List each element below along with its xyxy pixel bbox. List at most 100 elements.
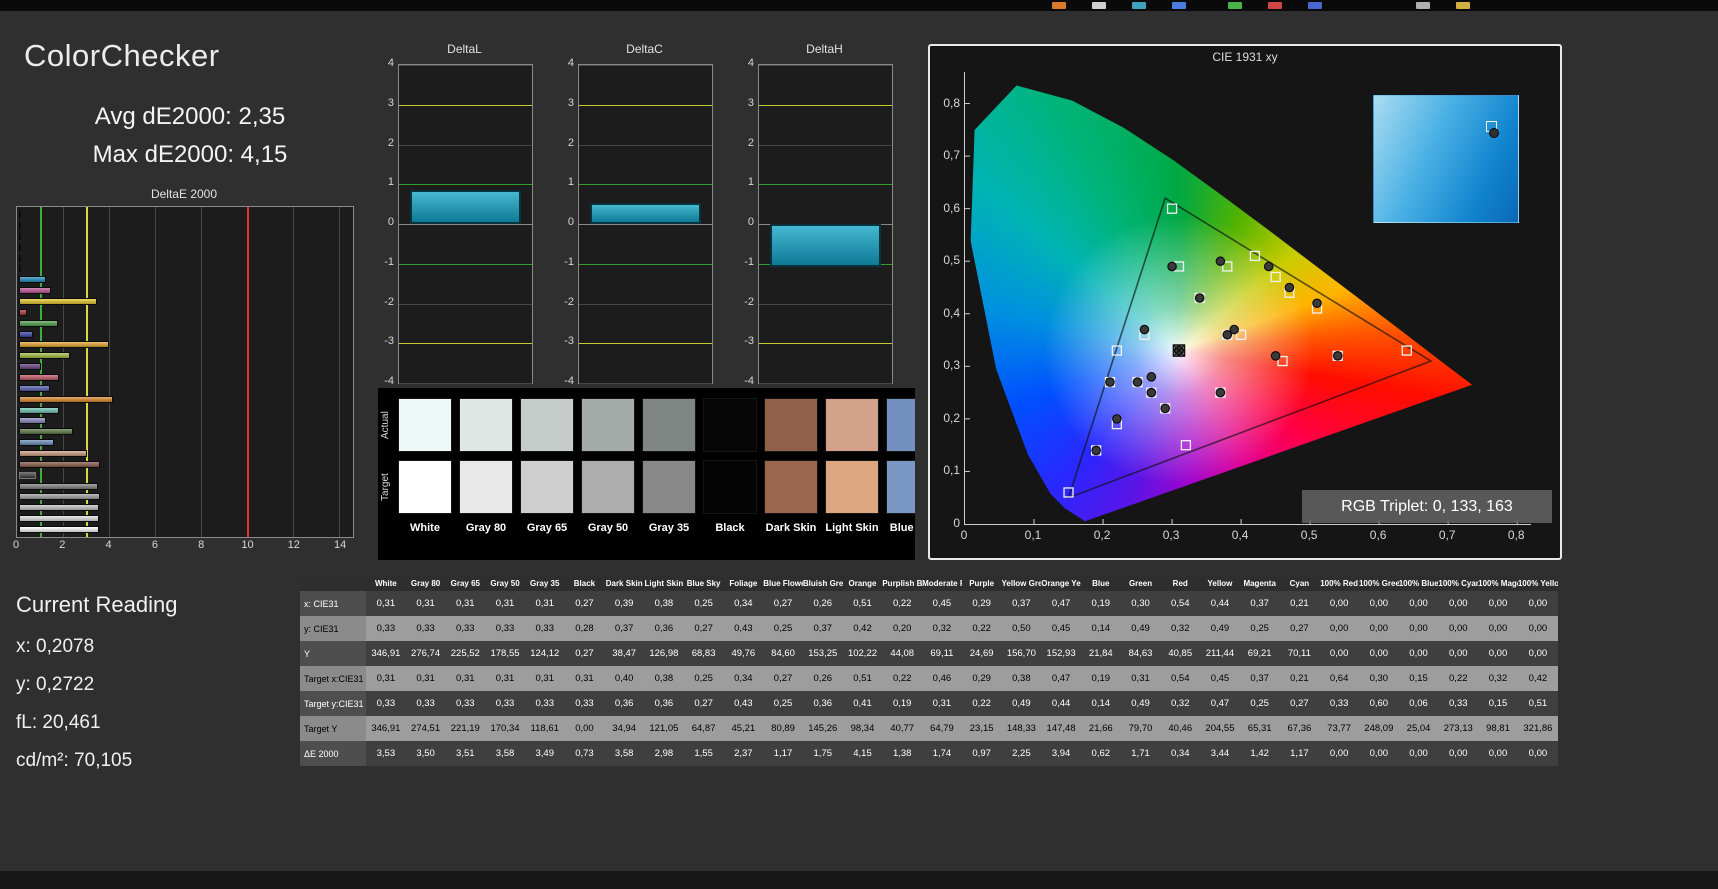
cell: 274,51 xyxy=(405,716,446,741)
cell: 0,00 xyxy=(1398,616,1439,641)
actual-swatch-black[interactable] xyxy=(703,398,757,452)
deltae-bar-moderate-red xyxy=(19,374,59,382)
table-row-target-y-cie31[interactable]: Target y:CIE31 0,33 0,33 0,33 0,33 0,33 0,33 0,… xyxy=(300,691,1558,716)
deltah-chart-panel[interactable]: DeltaH 4 3 2 1 0 -1 -2 -3 -4 xyxy=(728,42,893,387)
bar-row-magenta xyxy=(19,285,351,296)
swatch-column-gray-80: Gray 80 xyxy=(459,388,513,560)
cell: 0,28 xyxy=(564,616,605,641)
target-swatch-white[interactable] xyxy=(398,460,452,514)
cell: 0,00 xyxy=(1319,641,1359,666)
cell: 0,30 xyxy=(1120,591,1161,616)
deltal-chart-panel[interactable]: DeltaL 4 3 2 1 0 -1 -2 -3 -4 xyxy=(368,42,533,387)
toolbar-icon-fragment xyxy=(1308,2,1322,9)
cell: 0,26 xyxy=(802,666,843,691)
table-row-target-y[interactable]: Target Y 346,91 274,51 221,19 170,34 118,61 0,… xyxy=(300,716,1558,741)
cell: 0,51 xyxy=(842,591,883,616)
measured-marker-red xyxy=(1332,351,1343,361)
column-header-100-yellow: 100% Yellow xyxy=(1517,575,1558,591)
bar-row-light-skin xyxy=(19,448,351,459)
colorchecker-page: ColorChecker Avg dE2000: 2,35 Max dE2000… xyxy=(0,0,1718,889)
swatch-column-white: White xyxy=(398,388,452,560)
actual-swatch-gray-65[interactable] xyxy=(520,398,574,452)
cell: 0,37 xyxy=(604,616,645,641)
table-row-y[interactable]: Y 346,91 276,74 225,52 178,55 124,12 0,27 38,47… xyxy=(300,641,1558,666)
target-swatch-light-skin[interactable] xyxy=(825,460,879,514)
deltae2000-chart-panel[interactable] xyxy=(16,206,354,538)
cell: 0,47 xyxy=(1041,591,1081,616)
target-swatch-blue-sky[interactable] xyxy=(886,460,915,514)
actual-swatch-gray-35[interactable] xyxy=(642,398,696,452)
actual-swatch-gray-80[interactable] xyxy=(459,398,513,452)
color-swatch-panel[interactable]: Actual Target White Gray 80 Gray 65 Gray 50… xyxy=(378,388,915,560)
deltac-chart-panel[interactable]: DeltaC 4 3 2 1 0 -1 -2 -3 -4 xyxy=(548,42,713,387)
column-header-moderate-red: Moderate Red xyxy=(922,575,962,591)
target-swatch-gray-80[interactable] xyxy=(459,460,513,514)
measured-marker-orange xyxy=(1312,298,1322,309)
gridline-y-0 xyxy=(399,224,532,225)
cell: 0,27 xyxy=(683,616,724,641)
bottom-status-strip xyxy=(0,871,1718,889)
cell: 0,00 xyxy=(1478,741,1518,766)
cell: 0,00 xyxy=(1517,616,1558,641)
table-row-target-x-cie31[interactable]: Target x:CIE31 0,31 0,31 0,31 0,31 0,31 0,31 0,… xyxy=(300,666,1558,691)
swatch-column-blue-sky: Blue Sky xyxy=(886,388,915,560)
gridline-y--1 xyxy=(399,263,532,265)
cell: 0,32 xyxy=(922,616,962,641)
deltal-bar xyxy=(409,190,522,224)
gridline-y--4 xyxy=(579,383,712,384)
target-swatch-gray-65[interactable] xyxy=(520,460,574,514)
y-tick-label: -1 xyxy=(384,255,394,268)
cell: 84,60 xyxy=(763,641,803,666)
toolbar-icon-fragment xyxy=(1228,2,1242,9)
actual-swatch-blue-sky[interactable] xyxy=(886,398,915,452)
cell: 21,66 xyxy=(1080,716,1121,741)
y-tick-label: -4 xyxy=(744,375,754,387)
actual-swatch-dark-skin[interactable] xyxy=(764,398,818,452)
actual-swatch-light-skin[interactable] xyxy=(825,398,879,452)
bar-row-100-blue xyxy=(19,242,351,253)
cell: 0,34 xyxy=(1160,741,1201,766)
actual-swatch-white[interactable] xyxy=(398,398,452,452)
deltae-bar-gray-80 xyxy=(19,515,99,523)
table-row-y-cie31[interactable]: y: CIE31 0,33 0,33 0,33 0,33 0,33 0,28 0,37 0,36… xyxy=(300,616,1558,641)
deltae-bar-blue-sky xyxy=(19,439,55,447)
cell: 0,30 xyxy=(1358,666,1399,691)
deltae-bar-dark-skin xyxy=(19,460,101,468)
y-tick-label: -2 xyxy=(744,295,754,308)
cell: 0,21 xyxy=(1279,591,1320,616)
cell: 70,11 xyxy=(1279,641,1320,666)
target-swatch-gray-50[interactable] xyxy=(581,460,635,514)
y-tick-label: -4 xyxy=(564,375,574,387)
cell: 0,27 xyxy=(564,591,605,616)
cell: 64,87 xyxy=(683,716,724,741)
swatch-label: Gray 35 xyxy=(648,522,690,534)
cell: 0,00 xyxy=(1438,616,1479,641)
cie-y-tick-label: 0 xyxy=(953,516,960,530)
bar-row-green xyxy=(19,318,351,329)
deltae-bar-cyan xyxy=(19,276,46,284)
column-header-100-cyan: 100% Cyan xyxy=(1438,575,1479,591)
swatch-label: Blue Sky xyxy=(889,522,915,534)
cell: 2,98 xyxy=(644,741,684,766)
table-row-x-cie31[interactable]: x: CIE31 0,31 0,31 0,31 0,31 0,31 0,27 0,39 0,38… xyxy=(300,591,1558,616)
actual-swatch-gray-50[interactable] xyxy=(581,398,635,452)
target-swatch-dark-skin[interactable] xyxy=(764,460,818,514)
swatch-label: Dark Skin xyxy=(765,522,817,534)
column-header-black: Black xyxy=(564,575,605,591)
cell: 153,25 xyxy=(802,641,843,666)
cie-1931-panel[interactable]: CIE 1931 xy RGB Triplet: 0, 133, 163 00 0… xyxy=(928,44,1562,560)
column-header-magenta: Magenta xyxy=(1239,575,1280,591)
column-header-bluish-green: Bluish Green xyxy=(802,575,843,591)
target-swatch-gray-35[interactable] xyxy=(642,460,696,514)
cell: 1,17 xyxy=(1279,741,1320,766)
cell: 3,53 xyxy=(366,741,406,766)
measurement-table-wrap[interactable]: White Gray 80 Gray 65 Gray 50 Gray 35 Black Da… xyxy=(300,575,1558,766)
cell: 0,37 xyxy=(1239,591,1280,616)
target-swatch-black[interactable] xyxy=(703,460,757,514)
cell: 3,50 xyxy=(405,741,446,766)
table-row-e-2000[interactable]: ΔE 2000 3,53 3,50 3,51 3,58 3,49 0,73 3,58 2,98 1… xyxy=(300,741,1558,766)
column-header-100-magenta: 100% Magenta xyxy=(1478,575,1518,591)
deltae-bar-purple xyxy=(19,363,42,371)
column-header-orange: Orange xyxy=(842,575,883,591)
y-tick-label: 2 xyxy=(567,136,574,149)
